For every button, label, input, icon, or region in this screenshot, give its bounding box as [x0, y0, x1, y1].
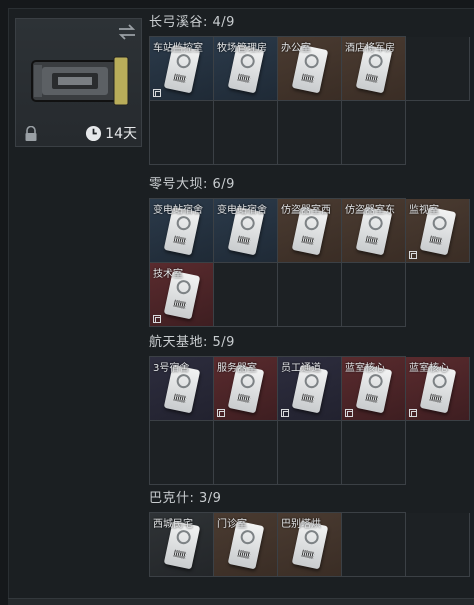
section-title: 巴克什: 3/9 — [149, 491, 222, 506]
empty-slot[interactable] — [278, 101, 342, 165]
keycard-item[interactable]: 蓝室核心 — [406, 357, 470, 421]
empty-slot[interactable] — [150, 421, 214, 485]
item-badge-icon — [217, 409, 225, 417]
item-label: 蓝室核心 — [345, 363, 385, 374]
empty-slot[interactable] — [342, 421, 406, 485]
item-label: 变电站宿舍 — [153, 205, 203, 216]
keycard-container-item[interactable]: 14天 — [15, 18, 142, 147]
empty-slot[interactable] — [214, 263, 278, 327]
item-label: 变电站宿舍 — [217, 205, 267, 216]
item-label: 服务器室 — [217, 363, 257, 374]
keycard-item[interactable]: 仿盗器室东 — [342, 199, 406, 263]
empty-slot[interactable] — [278, 263, 342, 327]
bottom-strip — [8, 598, 474, 605]
section-space-base: 航天基地: 5/9 3号宿舍 服务器室 员工通道 蓝室核心 蓝室核心 — [149, 334, 470, 485]
item-label: 牧场管理房 — [217, 43, 267, 54]
item-label: 门诊室 — [217, 519, 247, 530]
empty-slot[interactable] — [342, 101, 406, 165]
item-grid: 3号宿舍 服务器室 员工通道 蓝室核心 蓝室核心 — [149, 356, 470, 485]
item-label: 员工通道 — [281, 363, 321, 374]
keycard-item[interactable]: 蓝室核心 — [342, 357, 406, 421]
grid-extension — [406, 37, 470, 101]
container-case-image — [31, 56, 129, 106]
lock-icon — [25, 126, 37, 141]
empty-slot[interactable] — [406, 513, 470, 577]
item-label: 酒店将军房 — [345, 43, 395, 54]
empty-slot[interactable] — [406, 37, 470, 101]
keycard-item[interactable]: 技术室 — [150, 263, 214, 327]
empty-slot[interactable] — [214, 421, 278, 485]
keycard-item[interactable]: 牧场管理房 — [214, 37, 278, 101]
keycard-item[interactable]: 仿盗器室西 — [278, 199, 342, 263]
keycard-item[interactable]: 员工通道 — [278, 357, 342, 421]
item-label: 巴别塔烘 — [281, 519, 321, 530]
grid-extension: 蓝室核心 — [406, 357, 470, 421]
grid-extension: 监视室 — [406, 199, 470, 263]
empty-slot[interactable] — [278, 421, 342, 485]
keycard-item[interactable]: 变电站宿舍 — [214, 199, 278, 263]
item-grid: 车站监控室 牧场管理房 办公室 酒店将军房 — [149, 36, 470, 165]
keycard-item[interactable]: 变电站宿舍 — [150, 199, 214, 263]
clock-icon — [86, 125, 102, 141]
keycard-item[interactable]: 门诊室 — [214, 513, 278, 577]
item-label: 3号宿舍 — [153, 363, 190, 374]
item-label: 蓝室核心 — [409, 363, 449, 374]
item-grid: 变电站宿舍 变电站宿舍 仿盗器室西 仿盗器室东 技术室 监视室 — [149, 198, 470, 327]
keycard-item[interactable]: 服务器室 — [214, 357, 278, 421]
item-badge-icon — [153, 315, 161, 323]
keycard-item[interactable]: 车站监控室 — [150, 37, 214, 101]
section-title: 零号大坝: 6/9 — [149, 177, 235, 192]
item-label: 西城民宅 — [153, 519, 193, 530]
empty-slot[interactable] — [150, 101, 214, 165]
section-title: 航天基地: 5/9 — [149, 335, 235, 350]
empty-slot[interactable] — [214, 101, 278, 165]
section-changgong-valley: 长弓溪谷: 4/9 车站监控室 牧场管理房 办公室 酒店将军房 — [149, 14, 470, 165]
keycard-item[interactable]: 3号宿舍 — [150, 357, 214, 421]
item-label: 监视室 — [409, 205, 439, 216]
empty-slot[interactable] — [342, 513, 406, 577]
item-label: 技术室 — [153, 269, 183, 280]
keycard-item[interactable]: 西城民宅 — [150, 513, 214, 577]
item-badge-icon — [409, 409, 417, 417]
section-title: 长弓溪谷: 4/9 — [149, 15, 235, 30]
item-badge-icon — [153, 89, 161, 97]
item-badge-icon — [345, 409, 353, 417]
section-zero-dam: 零号大坝: 6/9 变电站宿舍 变电站宿舍 仿盗器室西 仿盗器室东 技术室 监视… — [149, 176, 470, 327]
section-bakesh: 巴克什: 3/9 西城民宅 门诊室 巴别塔烘 — [149, 490, 470, 577]
grid-extension — [406, 513, 470, 577]
keycard-item[interactable]: 监视室 — [406, 199, 470, 263]
container-timer: 14天 — [85, 123, 137, 143]
timer-text: 14天 — [105, 126, 137, 142]
item-label: 车站监控室 — [153, 43, 203, 54]
keycard-item[interactable]: 巴别塔烘 — [278, 513, 342, 577]
item-badge-icon — [409, 251, 417, 259]
keycard-item[interactable]: 办公室 — [278, 37, 342, 101]
item-grid: 西城民宅 门诊室 巴别塔烘 — [149, 512, 470, 577]
item-label: 办公室 — [281, 43, 311, 54]
item-badge-icon — [281, 409, 289, 417]
item-label: 仿盗器室西 — [281, 205, 331, 216]
keycard-item[interactable]: 酒店将军房 — [342, 37, 406, 101]
swap-icon[interactable] — [117, 23, 137, 41]
item-label: 仿盗器室东 — [345, 205, 395, 216]
empty-slot[interactable] — [342, 263, 406, 327]
